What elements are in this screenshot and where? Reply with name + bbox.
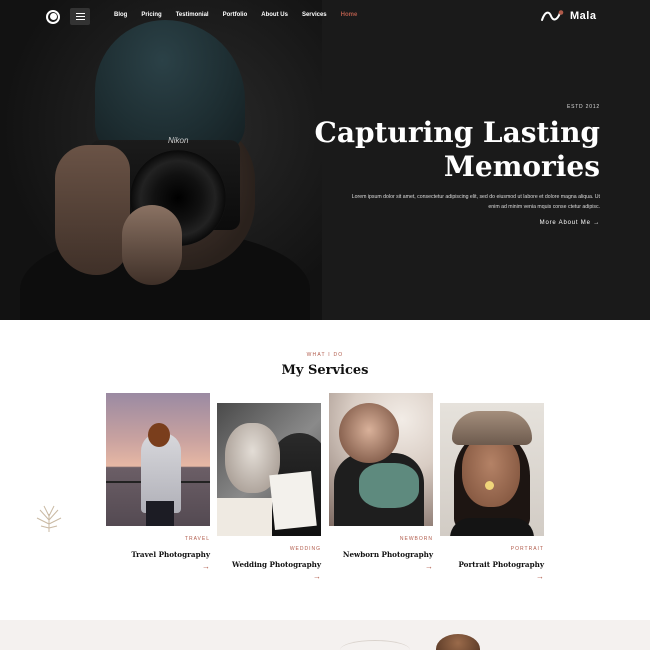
portrait-photo xyxy=(440,403,544,536)
newborn-photo-baby xyxy=(359,463,419,508)
hamburger-icon-line xyxy=(75,16,85,17)
nav-link-about-us[interactable]: About Us xyxy=(261,12,288,18)
service-category: NEWBORN xyxy=(399,536,433,542)
portrait-photo-shirt xyxy=(450,518,534,536)
service-title[interactable]: Travel Photography xyxy=(106,550,210,559)
service-title[interactable]: Newborn Photography xyxy=(329,550,433,559)
nav-link-home[interactable]: Home xyxy=(341,12,358,18)
nav-link-services[interactable]: Services xyxy=(302,12,327,18)
nav-link-testimonial[interactable]: Testimonial xyxy=(176,12,209,18)
hero-title-line-2: Memories xyxy=(443,150,600,183)
service-card-travel[interactable]: TRAVEL Travel Photography → xyxy=(106,393,210,571)
more-about-me-link[interactable]: More About Me → xyxy=(540,220,600,226)
hero-photo-hand-right xyxy=(122,205,182,285)
service-category: WEDDING xyxy=(289,546,321,552)
services-eyebrow: WHAT I DO xyxy=(306,352,344,358)
newborn-photo-mother xyxy=(339,403,399,463)
portrait-photo-face xyxy=(462,435,520,507)
hero-section: Nikon Blog Pricing Testimonial Portfolio… xyxy=(0,0,650,320)
brand-logo[interactable]: Mala xyxy=(540,9,596,23)
nav-links: Blog Pricing Testimonial Portfolio About… xyxy=(114,12,371,18)
decorative-leaf-icon xyxy=(36,505,62,532)
hero-title: Capturing Lasting Memories xyxy=(300,116,600,184)
service-card-portrait[interactable]: PORTRAIT Portrait Photography → xyxy=(440,403,544,581)
hamburger-icon-line xyxy=(75,19,85,20)
moon-logo-icon[interactable] xyxy=(46,10,60,24)
brand-logo-icon xyxy=(541,10,564,21)
nav-link-portfolio[interactable]: Portfolio xyxy=(223,12,248,18)
hero-description: Lorem ipsum dolor sit amet, consectetur … xyxy=(351,194,600,210)
hero-photographer-image: Nikon xyxy=(0,0,322,320)
wedding-photo-paper xyxy=(269,470,317,531)
travel-photo xyxy=(106,393,210,526)
nav-link-blog[interactable]: Blog xyxy=(114,12,127,18)
service-title[interactable]: Portrait Photography xyxy=(440,560,544,569)
arrow-right-icon[interactable]: → xyxy=(329,562,433,571)
brand-name: Mala xyxy=(570,10,597,22)
travel-photo-hair xyxy=(148,423,170,447)
service-category: TRAVEL xyxy=(184,536,210,542)
arrow-right-icon[interactable]: → xyxy=(440,572,544,581)
newborn-photo xyxy=(329,393,433,526)
nav-link-pricing[interactable]: Pricing xyxy=(141,12,161,18)
service-card-wedding[interactable]: WEDDING Wedding Photography → xyxy=(217,403,321,581)
service-category: PORTRAIT xyxy=(510,546,544,552)
next-section-preview xyxy=(0,620,650,650)
camera-brand-label: Nikon xyxy=(168,136,189,145)
portrait-photo-hat xyxy=(452,411,532,445)
portrait-photo-flower xyxy=(485,481,494,490)
top-nav: Blog Pricing Testimonial Portfolio About… xyxy=(0,0,650,34)
hero-title-line-1: Capturing Lasting xyxy=(314,116,600,149)
arrow-right-icon[interactable]: → xyxy=(106,562,210,571)
hamburger-icon-line xyxy=(75,13,85,14)
decorative-sketch xyxy=(340,640,410,650)
hero-photo-beanie xyxy=(95,20,245,155)
hero-estd-label: ESTD 2012 xyxy=(566,104,600,110)
travel-photo-legs xyxy=(146,501,174,526)
service-card-newborn[interactable]: NEWBORN Newborn Photography → xyxy=(329,393,433,571)
wedding-photo xyxy=(217,403,321,536)
hamburger-menu-button[interactable] xyxy=(70,8,90,25)
services-title: My Services xyxy=(281,363,369,378)
next-section-photo xyxy=(436,634,480,650)
hero-photo-hand-left xyxy=(55,145,130,275)
wedding-photo-dress xyxy=(217,498,272,536)
arrow-right-icon[interactable]: → xyxy=(217,572,321,581)
service-title[interactable]: Wedding Photography xyxy=(217,560,321,569)
